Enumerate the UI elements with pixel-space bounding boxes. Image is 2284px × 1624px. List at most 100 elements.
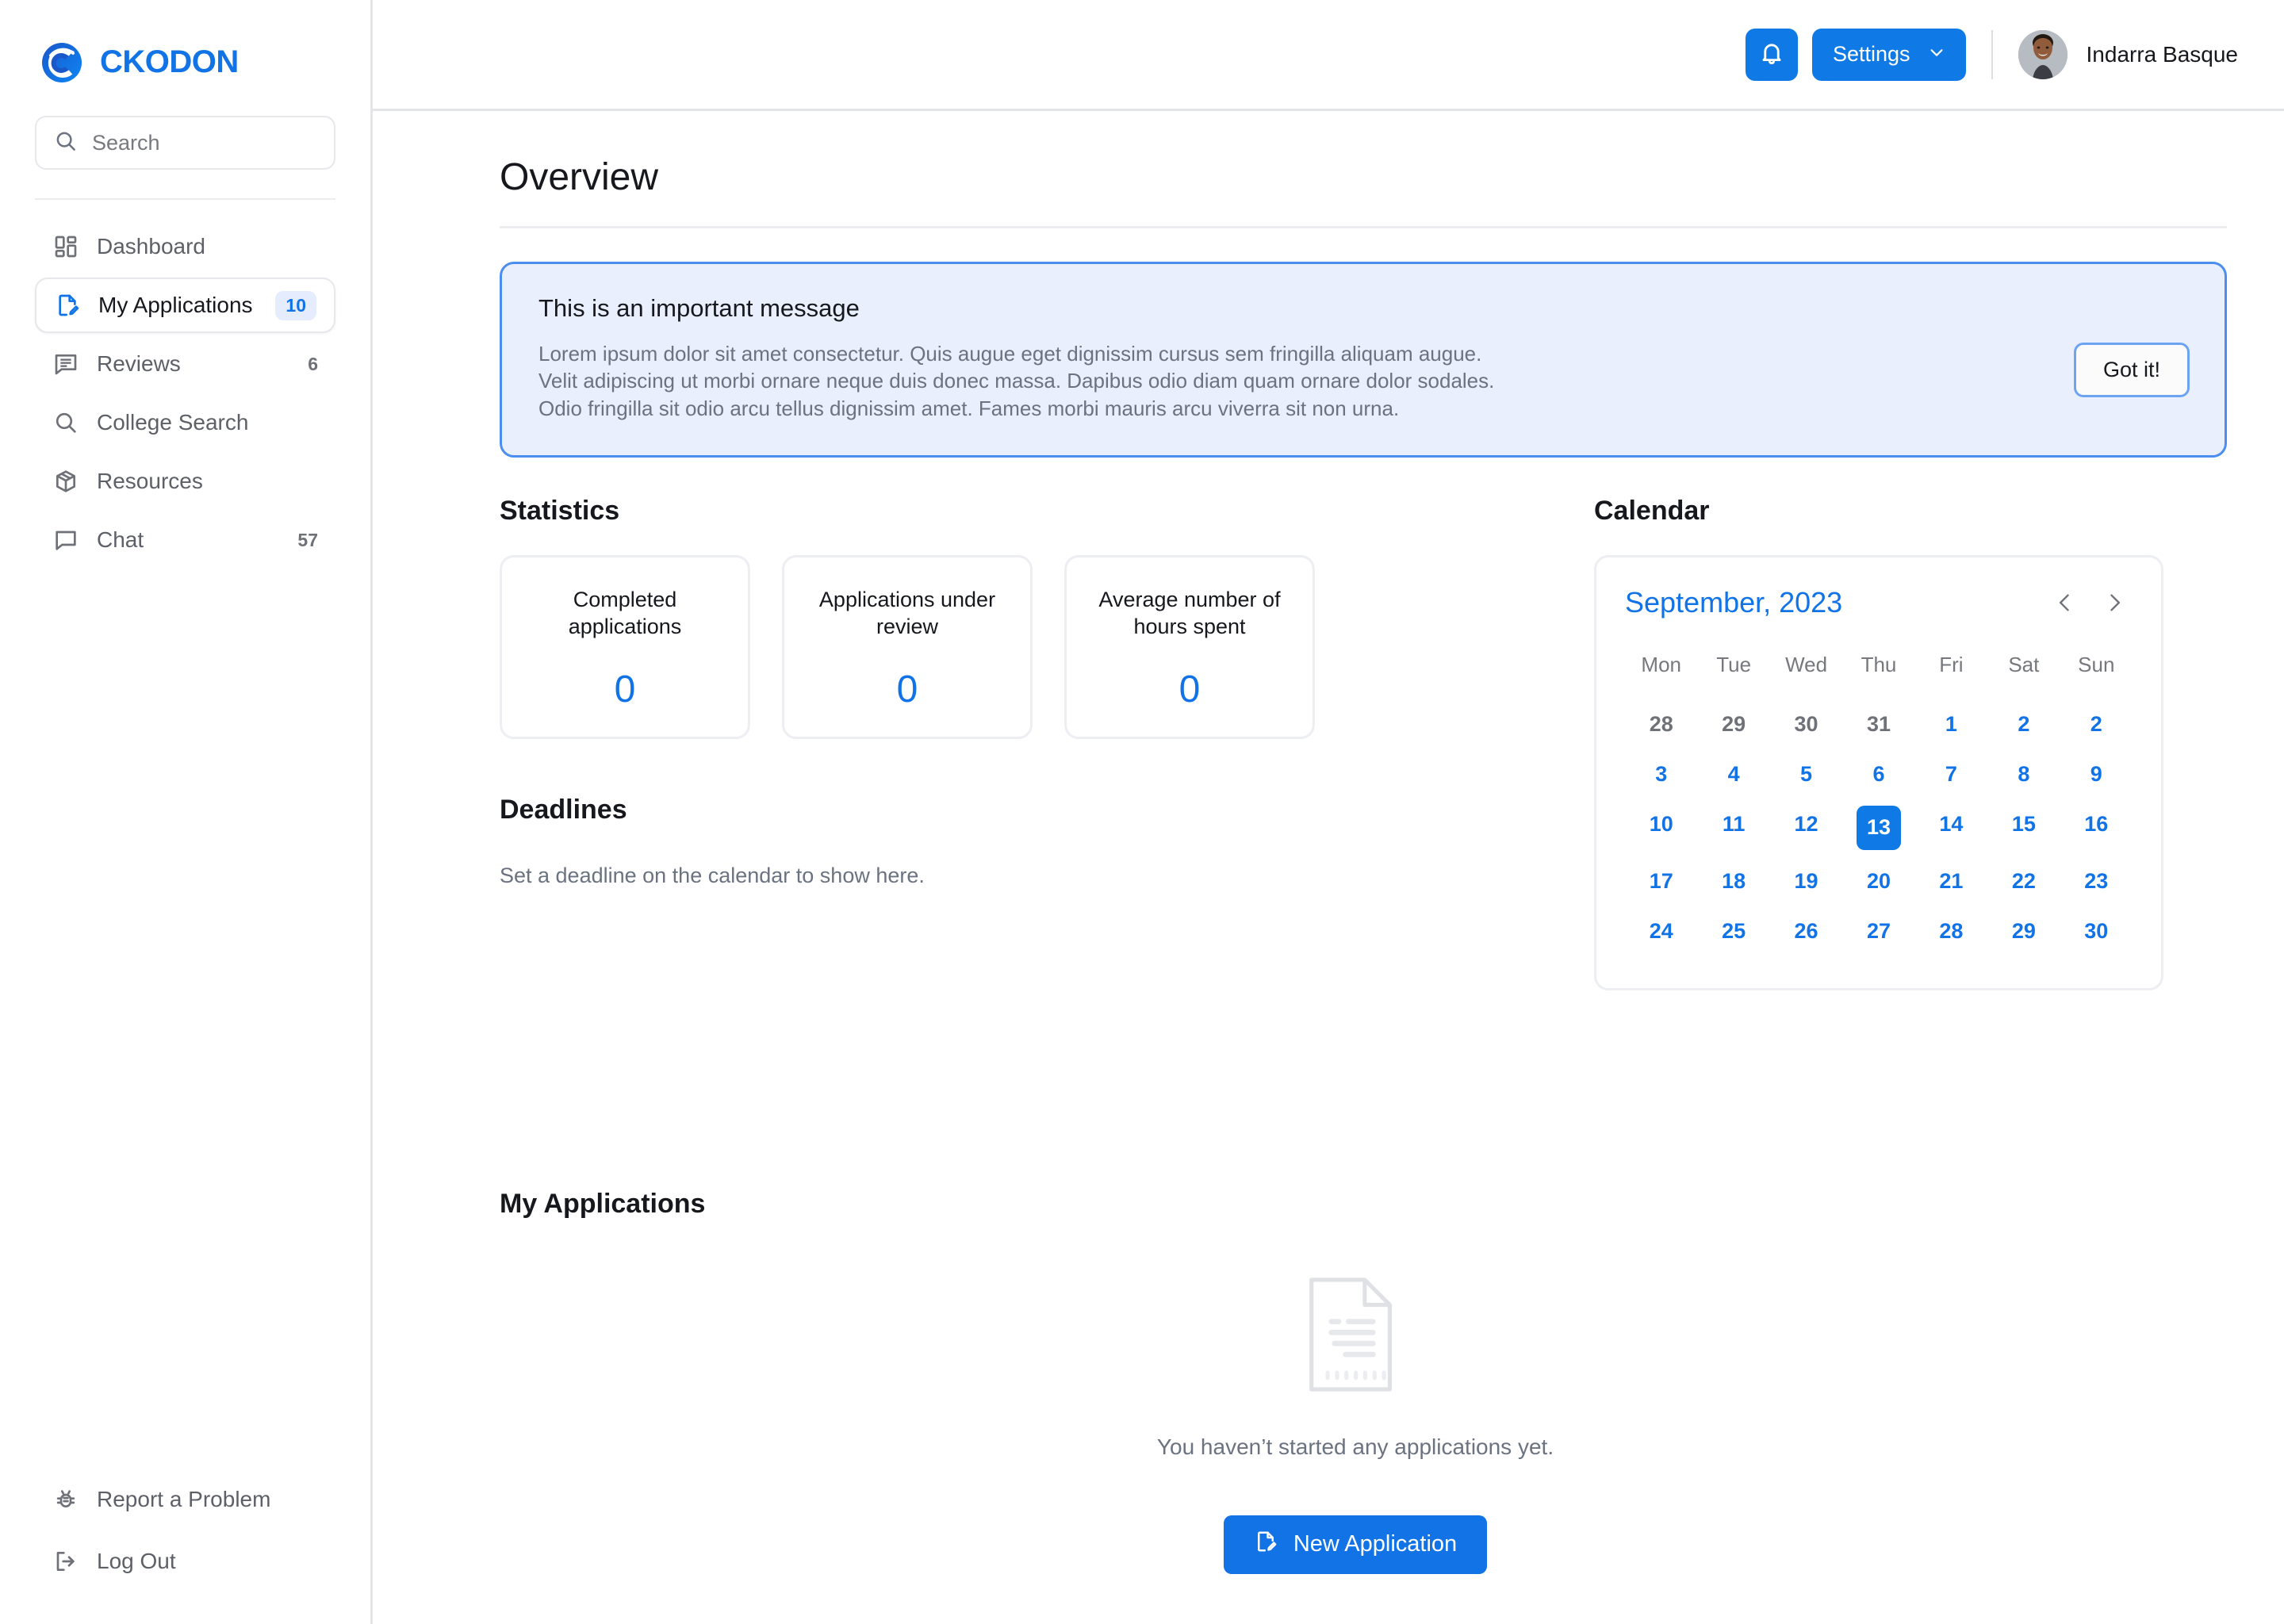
calendar-day[interactable]: 4 bbox=[1697, 749, 1769, 799]
calendar-day[interactable]: 30 bbox=[1770, 699, 1842, 749]
calendar-widget: September, 2023 Mon Tue Wed Thu Fri Sat … bbox=[1594, 554, 2163, 990]
new-application-button-label: New Application bbox=[1293, 1531, 1458, 1557]
right-column: Calendar September, 2023 Mon Tue Wed Thu… bbox=[1594, 496, 2227, 990]
sidebar-item-label: College Search bbox=[97, 410, 249, 435]
calendar-month-label: September, 2023 bbox=[1625, 585, 1843, 619]
calendar-day[interactable]: 10 bbox=[1625, 799, 1697, 856]
calendar-day[interactable]: 28 bbox=[1625, 699, 1697, 749]
calendar-day-selected[interactable]: 13 bbox=[1842, 799, 1914, 856]
topbar: Settings Indarra Basque bbox=[373, 0, 2284, 111]
calendar-day[interactable]: 19 bbox=[1770, 856, 1842, 906]
calendar-day[interactable]: 17 bbox=[1625, 856, 1697, 906]
new-application-button[interactable]: New Application bbox=[1223, 1515, 1488, 1574]
topbar-separator bbox=[1991, 29, 1993, 79]
calendar-day[interactable]: 30 bbox=[2060, 906, 2133, 956]
page-content: Overview This is an important message Lo… bbox=[373, 111, 2284, 1574]
calendar-day[interactable]: 31 bbox=[1842, 699, 1914, 749]
important-message-banner: This is an important message Lorem ipsum… bbox=[500, 262, 2227, 458]
calendar-day[interactable]: 16 bbox=[2060, 799, 2133, 856]
calendar-day[interactable]: 21 bbox=[1915, 856, 1987, 906]
calendar-day[interactable]: 2 bbox=[1987, 699, 2060, 749]
calendar-day[interactable]: 5 bbox=[1770, 749, 1842, 799]
calendar-day[interactable]: 24 bbox=[1625, 906, 1697, 956]
bug-icon bbox=[52, 1486, 79, 1513]
calendar-heading: Calendar bbox=[1594, 495, 1710, 526]
stat-card-label: Completed applications bbox=[568, 587, 682, 639]
calendar-day[interactable]: 12 bbox=[1770, 799, 1842, 856]
deadlines-section: Deadlines Set a deadline on the calendar… bbox=[500, 795, 1594, 888]
calendar-weekday: Sat bbox=[2008, 652, 2040, 676]
calendar-day[interactable]: 27 bbox=[1842, 906, 1914, 956]
sidebar-item-resources[interactable]: Resources bbox=[35, 454, 335, 509]
calendar-weekday: Fri bbox=[1939, 652, 1964, 676]
app-root: CKODON Dashboa bbox=[0, 0, 2284, 1624]
banner-line-3: Odio fringilla sit odio arcu tellus dign… bbox=[538, 396, 1400, 420]
notifications-button[interactable] bbox=[1745, 28, 1798, 81]
my-applications-empty-text: You haven’t started any applications yet… bbox=[1156, 1434, 1554, 1459]
chevron-left-icon[interactable] bbox=[2047, 584, 2083, 621]
calendar-day[interactable]: 8 bbox=[1987, 749, 2060, 799]
calendar-weekday: Mon bbox=[1641, 652, 1681, 676]
box-package-icon bbox=[52, 468, 79, 495]
calendar-header: September, 2023 bbox=[1625, 584, 2133, 621]
sidebar-item-college-search[interactable]: College Search bbox=[35, 395, 335, 450]
left-column: Statistics Completed applications 0 Appl… bbox=[500, 496, 1594, 990]
calendar-day[interactable]: 23 bbox=[2060, 856, 2133, 906]
calendar-weekday: Sun bbox=[2078, 652, 2115, 676]
brand-name: CKODON bbox=[100, 44, 239, 79]
settings-button-label: Settings bbox=[1832, 42, 1910, 66]
calendar-day[interactable]: 29 bbox=[1987, 906, 2060, 956]
calendar-day[interactable]: 25 bbox=[1697, 906, 1769, 956]
calendar-weekday: Thu bbox=[1861, 652, 1897, 676]
calendar-day[interactable]: 22 bbox=[1987, 856, 2060, 906]
title-divider bbox=[500, 226, 2227, 228]
stat-card-value: 0 bbox=[1178, 668, 1201, 711]
settings-button[interactable]: Settings bbox=[1811, 28, 1966, 81]
got-it-button[interactable]: Got it! bbox=[2073, 342, 2190, 397]
search-input[interactable] bbox=[92, 130, 316, 155]
calendar-day[interactable]: 6 bbox=[1842, 749, 1914, 799]
calendar-day[interactable]: 9 bbox=[2060, 749, 2133, 799]
logout-arrow-icon bbox=[52, 1548, 79, 1575]
calendar-grid: Mon Tue Wed Thu Fri Sat Sun 28 29 30 31 1 2 2 3 4 5 6 7 8 9 1… bbox=[1625, 645, 2133, 956]
sidebar-item-reviews[interactable]: Reviews 6 bbox=[35, 336, 335, 392]
calendar-day[interactable]: 2 bbox=[2060, 699, 2133, 749]
calendar-day[interactable]: 26 bbox=[1770, 906, 1842, 956]
deadlines-empty-text: Set a deadline on the calendar to show h… bbox=[500, 863, 925, 887]
document-edit-icon bbox=[54, 292, 81, 319]
search-icon bbox=[52, 409, 79, 436]
calendar-day[interactable]: 20 bbox=[1842, 856, 1914, 906]
stat-card-label: Average number of hours spent bbox=[1098, 587, 1281, 639]
brand[interactable]: CKODON bbox=[0, 0, 370, 86]
main-area: Settings Indarra Basque Overview This is… bbox=[373, 0, 2284, 1624]
calendar-day[interactable]: 1 bbox=[1915, 699, 1987, 749]
search-icon bbox=[54, 129, 78, 157]
statistics-heading: Statistics bbox=[500, 495, 620, 526]
chevron-right-icon[interactable] bbox=[2096, 584, 2133, 621]
sidebar-item-label: Dashboard bbox=[97, 234, 205, 259]
ckodon-logo-icon bbox=[38, 38, 86, 86]
calendar-day[interactable]: 29 bbox=[1697, 699, 1769, 749]
calendar-day[interactable]: 11 bbox=[1697, 799, 1769, 856]
empty-document-icon bbox=[1305, 1275, 1406, 1398]
avatar[interactable] bbox=[2018, 29, 2067, 79]
calendar-day[interactable]: 28 bbox=[1915, 906, 1987, 956]
sidebar-item-dashboard[interactable]: Dashboard bbox=[35, 219, 335, 274]
banner-title: This is an important message bbox=[538, 294, 860, 322]
chat-bubble-icon bbox=[52, 527, 79, 553]
calendar-day[interactable]: 15 bbox=[1987, 799, 2060, 856]
dashboard-grid-icon bbox=[52, 233, 79, 260]
sidebar-item-log-out[interactable]: Log Out bbox=[35, 1534, 335, 1589]
calendar-day[interactable]: 7 bbox=[1915, 749, 1987, 799]
banner-line-2: Velit adipiscing ut morbi ornare neque d… bbox=[538, 369, 1495, 393]
calendar-day[interactable]: 3 bbox=[1625, 749, 1697, 799]
sidebar-item-my-applications[interactable]: My Applications 10 bbox=[35, 278, 335, 333]
sidebar-item-chat[interactable]: Chat 57 bbox=[35, 512, 335, 568]
sidebar-item-count: 57 bbox=[297, 529, 318, 550]
calendar-day[interactable]: 18 bbox=[1697, 856, 1769, 906]
search-box[interactable] bbox=[35, 116, 335, 170]
banner-body: This is an important message Lorem ipsum… bbox=[538, 294, 2050, 422]
calendar-day[interactable]: 14 bbox=[1915, 799, 1987, 856]
sidebar-item-report-a-problem[interactable]: Report a Problem bbox=[35, 1472, 335, 1527]
statistics-cards: Completed applications 0 Applications un… bbox=[500, 554, 1594, 739]
